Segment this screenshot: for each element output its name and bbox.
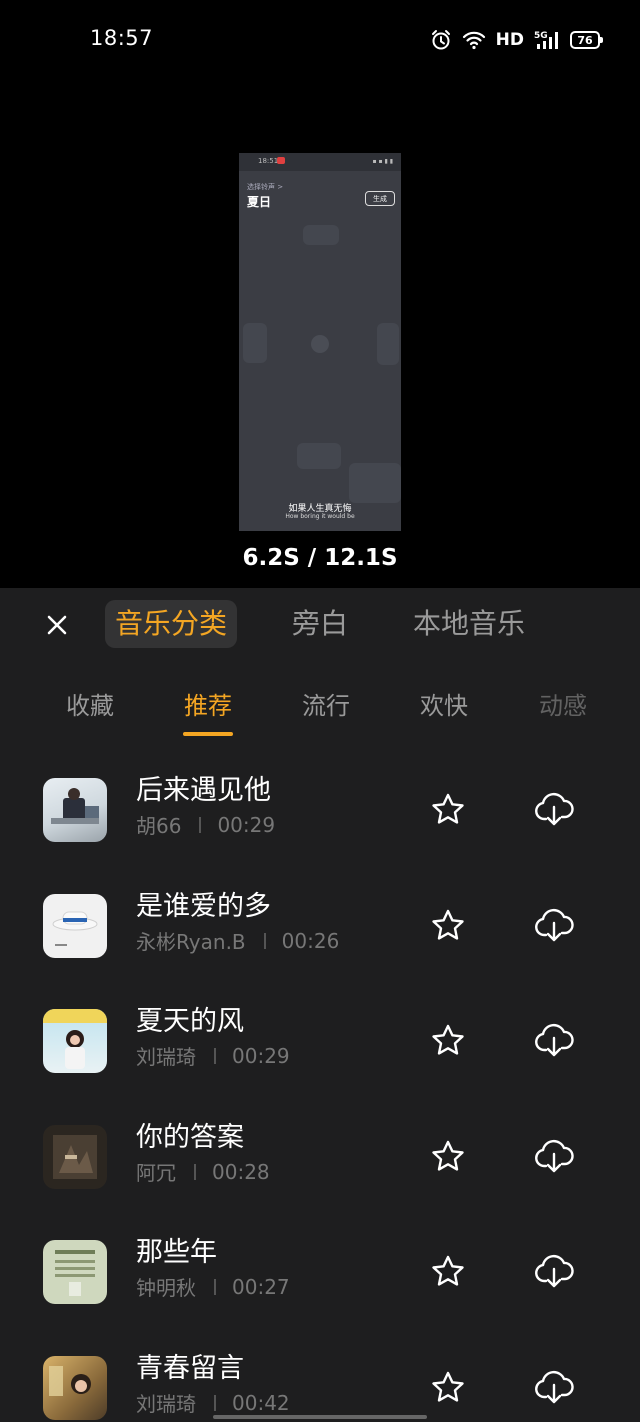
album-cover <box>43 1240 107 1304</box>
album-cover <box>43 1356 107 1420</box>
star-icon[interactable] <box>430 792 466 828</box>
song-artist: 钟明秋 <box>136 1276 196 1300</box>
album-cover <box>43 1009 107 1073</box>
song-item[interactable]: 你的答案 阿冗 00:28 <box>0 1085 640 1200</box>
divider <box>214 1047 216 1064</box>
tab-popular[interactable]: 流行 <box>302 686 350 721</box>
divider <box>263 932 266 949</box>
battery-icon: 76 <box>570 31 603 49</box>
song-meta: 刘瑞琦 00:42 <box>136 1388 290 1417</box>
status-time: 18:57 <box>90 26 154 50</box>
album-cover <box>43 778 107 842</box>
song-item[interactable]: 青春留言 刘瑞琦 00:42 <box>0 1316 640 1422</box>
tab-music-category[interactable]: 音乐分类 <box>105 600 238 648</box>
song-meta: 刘瑞琦 00:29 <box>136 1041 290 1070</box>
star-icon[interactable] <box>430 1370 466 1406</box>
song-duration: 00:26 <box>281 928 340 953</box>
song-meta: 永彬Ryan.B 00:26 <box>136 926 339 955</box>
star-icon[interactable] <box>430 908 466 944</box>
preview-status-icons: ▪ ▪ ▮ ▮ <box>372 158 393 165</box>
album-cover <box>43 894 107 958</box>
cloud-download-icon[interactable] <box>534 1137 574 1175</box>
cloud-download-icon[interactable] <box>534 790 574 828</box>
song-duration: 00:28 <box>212 1159 270 1184</box>
tab-cheerful[interactable]: 欢快 <box>420 686 468 721</box>
divider <box>194 1163 196 1180</box>
album-cover <box>43 1125 107 1189</box>
wifi-icon <box>462 31 485 50</box>
star-icon[interactable] <box>430 1139 466 1175</box>
tab-local-music[interactable]: 本地音乐 <box>403 600 535 648</box>
playback-timer: 6.2S / 12.1S <box>242 545 398 571</box>
song-artist: 刘瑞琦 <box>136 1045 196 1069</box>
tab-dynamic[interactable]: 动感 <box>539 686 587 721</box>
divider <box>214 1394 216 1411</box>
star-icon[interactable] <box>430 1254 466 1290</box>
cloud-download-icon[interactable] <box>534 906 574 944</box>
video-preview[interactable]: 18:51 ▪ ▪ ▮ ▮ 选择铃声 > 夏日 生成 如果人生真无悔 How b… <box>239 153 401 531</box>
song-item[interactable]: 那些年 钟明秋 00:27 <box>0 1200 640 1315</box>
song-item[interactable]: 夏天的风 刘瑞琦 00:29 <box>0 969 640 1084</box>
tab-narration[interactable]: 旁白 <box>282 600 358 648</box>
song-title: 青春留言 <box>136 1353 244 1384</box>
preview-shape <box>243 323 267 363</box>
cloud-download-icon[interactable] <box>534 1368 574 1406</box>
song-meta: 钟明秋 00:27 <box>136 1272 290 1301</box>
song-title: 是谁爱的多 <box>136 891 271 922</box>
music-sheet: 音乐分类 旁白 本地音乐 收藏 推荐 流行 欢快 动感 后来遇见他 胡66 00:… <box>0 588 640 1422</box>
preview-shape <box>297 443 341 469</box>
preview-shape <box>377 323 399 365</box>
preview-shape <box>311 335 329 353</box>
divider <box>199 816 202 833</box>
song-artist: 阿冗 <box>136 1161 176 1185</box>
preview-shape <box>349 463 401 503</box>
song-title: 那些年 <box>136 1237 217 1268</box>
preview-title: 夏日 <box>247 195 272 209</box>
song-meta: 阿冗 00:28 <box>136 1157 270 1186</box>
preview-time: 18:51 <box>258 157 279 165</box>
home-indicator[interactable] <box>213 1415 427 1419</box>
preview-subtitle: 选择铃声 > <box>247 183 284 191</box>
song-item[interactable]: 是谁爱的多 永彬Ryan.B 00:26 <box>0 854 640 969</box>
star-icon[interactable] <box>430 1023 466 1059</box>
song-artist: 胡66 <box>136 814 182 838</box>
song-title: 后来遇见他 <box>136 775 271 806</box>
preview-shape <box>303 225 339 245</box>
song-duration: 00:29 <box>232 1043 290 1068</box>
song-duration: 00:27 <box>232 1274 290 1299</box>
cloud-download-icon[interactable] <box>534 1021 574 1059</box>
status-icons: HD 5G 76 <box>430 28 603 52</box>
tab-recommended[interactable]: 推荐 <box>184 686 232 721</box>
preview-status-bar: 18:51 ▪ ▪ ▮ ▮ <box>239 153 401 171</box>
cloud-download-icon[interactable] <box>534 1252 574 1290</box>
status-bar: 18:57 HD 5G 76 <box>0 0 640 80</box>
song-item[interactable]: 后来遇见他 胡66 00:29 <box>0 738 640 853</box>
screen: 18:57 HD 5G 76 18:51 ▪ ▪ ▮ ▮ 选择铃声 > 夏日 生… <box>0 0 640 1422</box>
preview-record-icon <box>277 157 285 164</box>
battery-level: 76 <box>577 33 593 47</box>
preview-lyric-en: How boring it would be <box>285 513 355 520</box>
tab-favorites[interactable]: 收藏 <box>66 686 114 721</box>
preview-generate-button: 生成 <box>365 191 395 206</box>
svg-text:5G: 5G <box>534 31 548 41</box>
hd-label: HD <box>495 30 524 50</box>
song-duration: 00:29 <box>217 812 276 837</box>
divider <box>214 1278 216 1295</box>
song-duration: 00:42 <box>232 1390 290 1415</box>
song-artist: 永彬Ryan.B <box>136 930 246 954</box>
signal-5g-icon: 5G <box>534 31 558 49</box>
song-artist: 刘瑞琦 <box>136 1392 196 1416</box>
song-title: 夏天的风 <box>136 1006 244 1037</box>
active-tab-indicator <box>183 732 233 736</box>
close-icon[interactable] <box>42 610 72 640</box>
song-meta: 胡66 00:29 <box>136 810 275 839</box>
song-title: 你的答案 <box>136 1122 244 1153</box>
alarm-icon <box>431 30 450 50</box>
